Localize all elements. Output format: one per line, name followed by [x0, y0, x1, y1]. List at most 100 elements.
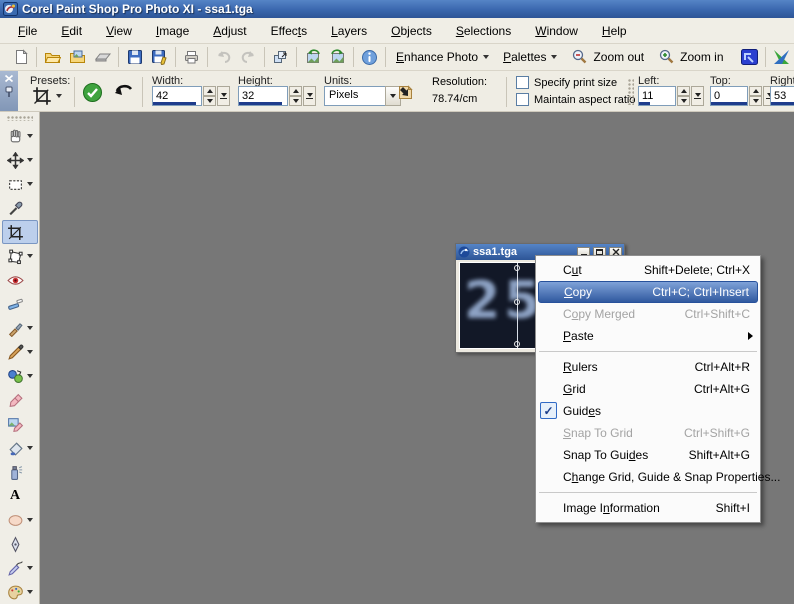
scan-button[interactable] [90, 46, 115, 68]
save-as-button[interactable] [147, 46, 172, 68]
menu-image[interactable]: Image [144, 20, 201, 42]
palette-handle[interactable] [0, 71, 18, 112]
chevron-down-icon[interactable] [27, 326, 33, 330]
context-menu-item-image-information[interactable]: Image InformationShift+I [536, 497, 760, 519]
menu-help[interactable]: Help [590, 20, 639, 42]
menu-file[interactable]: File [6, 20, 49, 42]
spin-down-button[interactable] [203, 96, 216, 106]
palettes-dropdown[interactable]: Palettes [496, 48, 564, 66]
rotate-right-button[interactable] [325, 46, 350, 68]
crop-tool-button[interactable] [2, 220, 38, 244]
open-button[interactable] [40, 46, 65, 68]
spin-up-button[interactable] [203, 86, 216, 96]
left-spinner[interactable] [677, 86, 690, 106]
swap-width-height-button[interactable] [396, 83, 415, 103]
tools-toolbar-grip[interactable] [7, 116, 33, 121]
resize-button[interactable] [268, 46, 293, 68]
airbrush-tool-button[interactable] [2, 460, 38, 484]
height-input-box[interactable] [238, 86, 288, 106]
menu-adjust[interactable]: Adjust [201, 20, 258, 42]
chevron-down-icon[interactable] [27, 158, 33, 162]
chevron-down-icon[interactable] [27, 134, 33, 138]
presets-dropdown[interactable] [32, 86, 62, 106]
chevron-down-icon[interactable] [27, 446, 33, 450]
apply-button[interactable] [82, 82, 103, 102]
flood-fill-tool-button[interactable] [2, 436, 38, 460]
spin-down-button[interactable] [289, 96, 302, 106]
crop-handle-bottom[interactable] [514, 341, 520, 347]
red-eye-tool-button[interactable] [2, 268, 38, 292]
move-tool-button[interactable] [2, 148, 38, 172]
context-menu-item-rulers[interactable]: RulersCtrl+Alt+R [536, 356, 760, 378]
maintain-aspect-ratio-checkbox[interactable] [516, 93, 529, 106]
menu-layers[interactable]: Layers [319, 20, 379, 42]
height-slider-button[interactable] [303, 86, 316, 106]
menu-selections[interactable]: Selections [444, 20, 523, 42]
browse-button[interactable] [65, 46, 90, 68]
menu-edit[interactable]: Edit [49, 20, 94, 42]
left-input-box[interactable] [638, 86, 676, 106]
menu-objects[interactable]: Objects [379, 20, 444, 42]
chevron-down-icon[interactable] [27, 518, 33, 522]
crop-handle-middle[interactable] [514, 299, 520, 305]
clone-brush-tool-button[interactable] [2, 316, 38, 340]
color-changer-tool-button[interactable] [2, 364, 38, 388]
app-shortcut-icon-1[interactable] [737, 46, 762, 68]
chevron-down-icon[interactable] [27, 374, 33, 378]
chevron-down-icon[interactable] [27, 350, 33, 354]
rotate-left-button[interactable] [300, 46, 325, 68]
app-shortcut-icon-2[interactable] [769, 46, 794, 68]
paint-brush-tool-button[interactable] [2, 340, 38, 364]
reset-button[interactable] [112, 84, 134, 104]
context-menu-item-grid[interactable]: GridCtrl+Alt+G [536, 378, 760, 400]
context-menu-item-cut[interactable]: CutShift+Delete; Ctrl+X [536, 259, 760, 281]
width-slider-button[interactable] [217, 86, 230, 106]
width-input-box[interactable] [152, 86, 202, 106]
menu-effects[interactable]: Effects [259, 20, 319, 42]
chevron-down-icon[interactable] [27, 590, 33, 594]
makeover-tool-button[interactable] [2, 292, 38, 316]
chevron-down-icon[interactable] [27, 182, 33, 186]
chevron-down-icon[interactable] [27, 566, 33, 570]
pen-tool-button[interactable] [2, 532, 38, 556]
height-spinner[interactable] [289, 86, 302, 106]
top-spinner[interactable] [749, 86, 762, 106]
perspective-tool-button[interactable] [2, 244, 38, 268]
zoom-in-button[interactable]: Zoom in [651, 47, 730, 67]
crop-handle-top[interactable] [514, 265, 520, 271]
top-input-box[interactable] [710, 86, 748, 106]
context-menu-item-snap-to-guides[interactable]: Snap To GuidesShift+Alt+G [536, 444, 760, 466]
width-spinner[interactable] [203, 86, 216, 106]
menu-window[interactable]: Window [523, 20, 590, 42]
eraser-tool-button[interactable] [2, 388, 38, 412]
units-select[interactable]: Pixels [324, 86, 401, 106]
spin-down-button[interactable] [677, 96, 690, 106]
spin-up-button[interactable] [749, 86, 762, 96]
pin-icon[interactable] [4, 86, 14, 98]
specify-print-size-checkbox[interactable] [516, 76, 529, 89]
left-slider-button[interactable] [691, 86, 704, 106]
menu-view[interactable]: View [94, 20, 144, 42]
options-grip[interactable] [628, 79, 634, 105]
spin-up-button[interactable] [677, 86, 690, 96]
spin-down-button[interactable] [749, 96, 762, 106]
chevron-down-icon[interactable] [27, 254, 33, 258]
crop-guide-line[interactable] [517, 263, 518, 348]
context-menu-item-change-grid-guide-snap-properties[interactable]: Change Grid, Guide & Snap Properties... [536, 466, 760, 488]
text-tool-button[interactable]: A [2, 484, 38, 508]
spin-up-button[interactable] [289, 86, 302, 96]
right-input-box[interactable] [770, 86, 794, 106]
info-button[interactable] [357, 46, 382, 68]
save-button[interactable] [122, 46, 147, 68]
print-button[interactable] [179, 46, 204, 68]
pan-tool-button[interactable] [2, 124, 38, 148]
context-menu-item-copy[interactable]: CopyCtrl+C; Ctrl+Insert [538, 281, 758, 303]
background-eraser-tool-button[interactable] [2, 412, 38, 436]
close-palette-icon[interactable] [4, 74, 14, 83]
context-menu-item-paste[interactable]: Paste [536, 325, 760, 347]
preset-shape-tool-button[interactable] [2, 508, 38, 532]
selection-tool-button[interactable] [2, 172, 38, 196]
context-menu-item-guides[interactable]: ✓Guides [536, 400, 760, 422]
zoom-out-button[interactable]: Zoom out [564, 47, 651, 67]
enhance-photo-dropdown[interactable]: Enhance Photo [389, 48, 496, 66]
